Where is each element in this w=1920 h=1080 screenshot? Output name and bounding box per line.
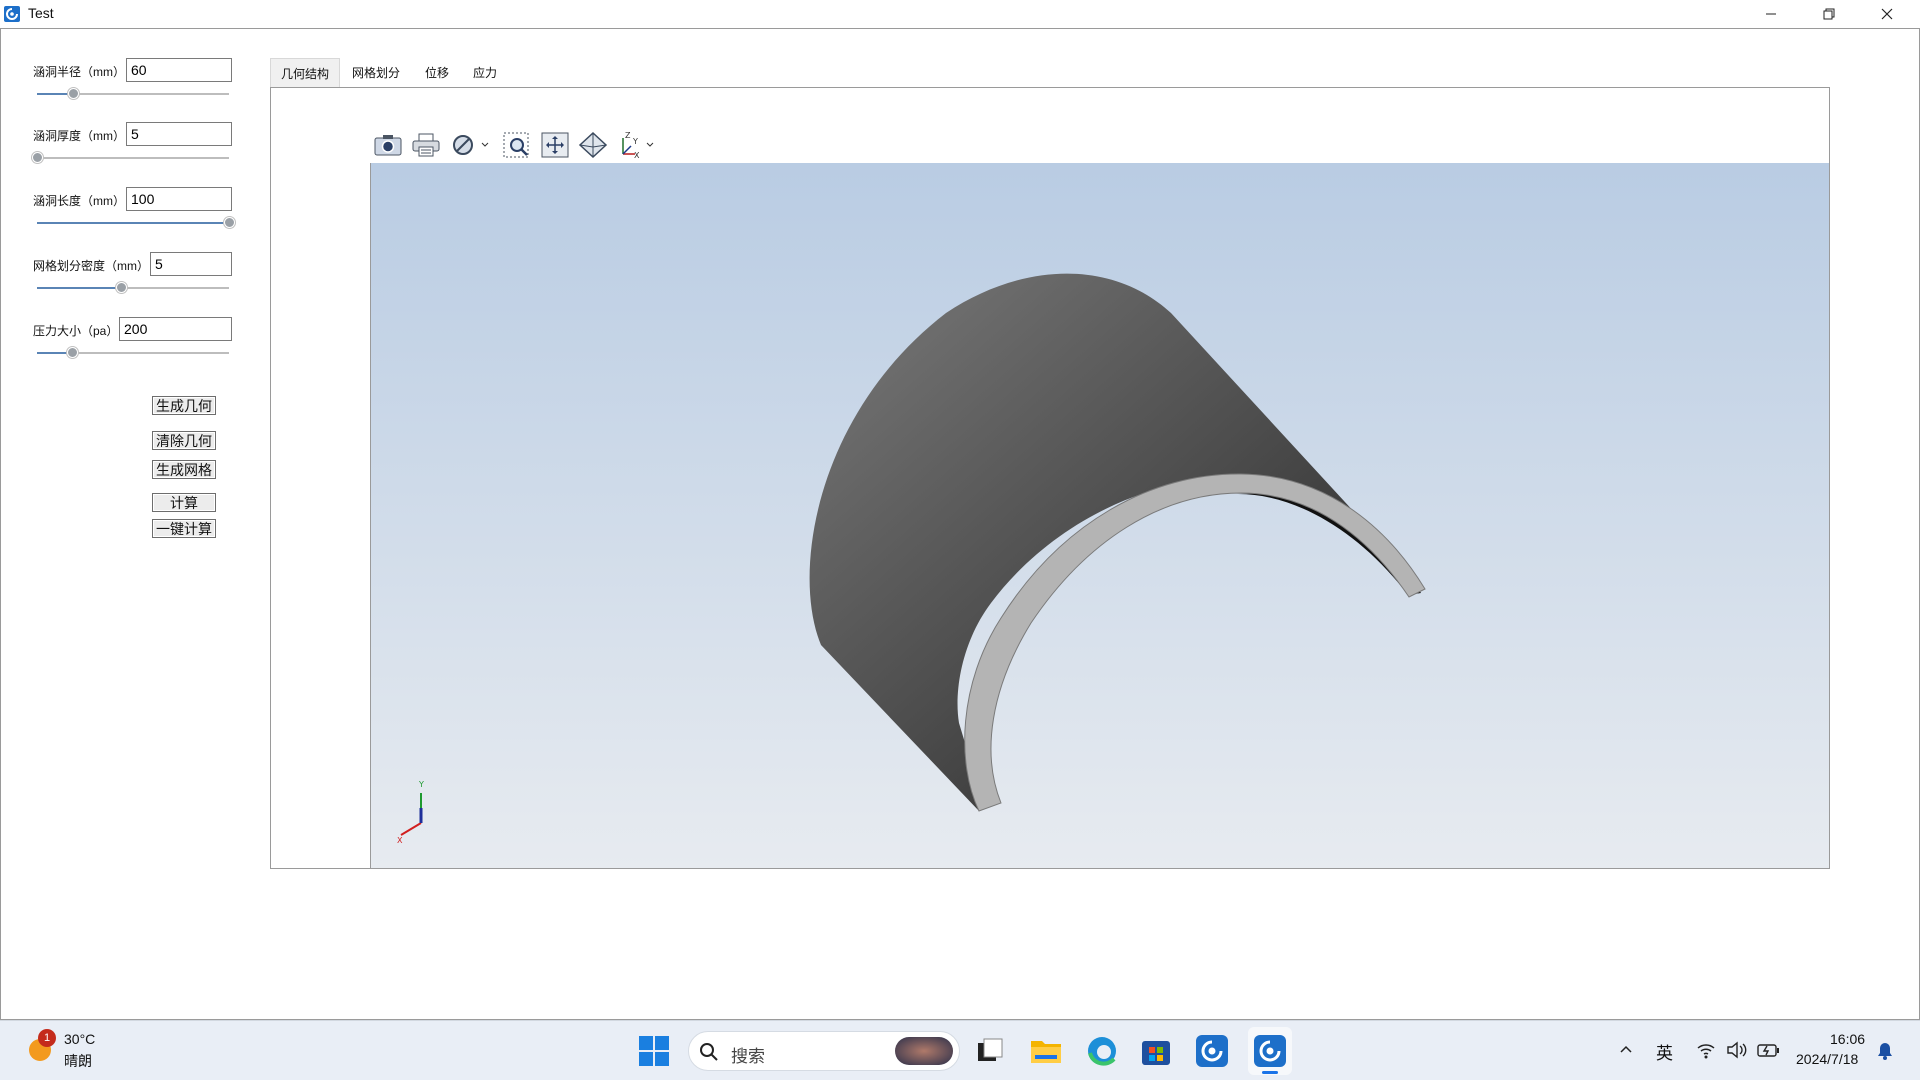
axis-x-label: X bbox=[397, 836, 403, 845]
chevron-up-icon[interactable] bbox=[1618, 1041, 1634, 1057]
pressure-slider[interactable] bbox=[37, 347, 229, 358]
3d-viewport[interactable]: Y X bbox=[370, 163, 1829, 868]
tab-meshing[interactable]: 网格划分 bbox=[344, 58, 408, 87]
one-click-compute-button[interactable]: 一键计算 bbox=[152, 519, 216, 538]
length-input[interactable] bbox=[126, 187, 232, 211]
length-label: 涵洞长度（mm） bbox=[33, 194, 125, 208]
slider-thumb[interactable] bbox=[32, 152, 43, 163]
camera-icon[interactable] bbox=[372, 128, 404, 162]
app-taskbar-icon[interactable] bbox=[1196, 1035, 1228, 1067]
clock-date[interactable]: 2024/7/18 bbox=[1796, 1051, 1858, 1067]
search-icon bbox=[700, 1043, 718, 1061]
restore-button[interactable] bbox=[1800, 0, 1858, 28]
pressure-input[interactable] bbox=[119, 317, 232, 341]
generate-geometry-button[interactable]: 生成几何 bbox=[152, 396, 216, 415]
fit-all-icon[interactable] bbox=[538, 128, 572, 162]
thickness-label: 涵洞厚度（mm） bbox=[33, 129, 125, 143]
volume-icon[interactable] bbox=[1726, 1041, 1748, 1059]
axis-triad: Y X bbox=[397, 780, 424, 845]
mesh-density-label: 网格划分密度（mm） bbox=[33, 259, 149, 273]
tab-geometry[interactable]: 几何结构 bbox=[270, 58, 340, 87]
thickness-slider[interactable] bbox=[32, 152, 229, 163]
svg-text:Y: Y bbox=[632, 137, 638, 146]
radius-label: 涵洞半径（mm） bbox=[33, 65, 125, 79]
battery-icon[interactable] bbox=[1756, 1041, 1780, 1059]
radius-slider[interactable] bbox=[37, 88, 229, 99]
slider-thumb[interactable] bbox=[224, 217, 235, 228]
weather-temp: 30°C bbox=[64, 1031, 96, 1047]
store-icon[interactable] bbox=[1140, 1035, 1172, 1067]
tab-displacement[interactable]: 位移 bbox=[418, 58, 456, 87]
search-highlight-image bbox=[895, 1037, 953, 1065]
print-icon[interactable] bbox=[410, 128, 442, 162]
test-app-icon bbox=[1254, 1035, 1286, 1067]
tab-stress[interactable]: 应力 bbox=[466, 58, 504, 87]
culvert-model: Y X bbox=[397, 273, 1426, 845]
close-button[interactable] bbox=[1858, 0, 1916, 28]
radius-input[interactable] bbox=[126, 58, 232, 82]
length-slider[interactable] bbox=[37, 217, 235, 228]
title-bar: Test bbox=[0, 0, 1920, 28]
minimize-icon bbox=[1766, 13, 1776, 15]
axis-y-label: Y bbox=[418, 780, 424, 789]
clock-time[interactable]: 16:06 bbox=[1830, 1031, 1865, 1047]
axes-icon[interactable]: ZYX bbox=[616, 128, 658, 162]
wifi-icon[interactable] bbox=[1696, 1041, 1716, 1059]
search-box[interactable]: 搜索 bbox=[688, 1031, 960, 1071]
active-indicator bbox=[1262, 1071, 1278, 1074]
pressure-label: 压力大小（pa） bbox=[33, 324, 119, 338]
ime-indicator[interactable]: 英 bbox=[1656, 1039, 1673, 1064]
svg-text:X: X bbox=[634, 151, 640, 160]
mesh-density-slider[interactable] bbox=[37, 282, 229, 293]
close-icon bbox=[1881, 8, 1893, 20]
start-icon[interactable] bbox=[638, 1035, 670, 1067]
edge-icon[interactable] bbox=[1086, 1035, 1118, 1067]
window-title: Test bbox=[28, 5, 54, 21]
weather-badge: 1 bbox=[38, 1029, 56, 1047]
app-icon bbox=[4, 6, 20, 22]
compute-button[interactable]: 计算 bbox=[152, 493, 216, 512]
slider-thumb[interactable] bbox=[66, 347, 78, 358]
clear-geometry-button[interactable]: 清除几何 bbox=[152, 431, 216, 450]
search-placeholder: 搜索 bbox=[731, 1047, 765, 1066]
thickness-input[interactable] bbox=[126, 122, 232, 146]
task-view-icon[interactable] bbox=[976, 1037, 1004, 1065]
taskbar: 1 30°C 晴朗 搜索 英 16:06 2024/7/18 bbox=[0, 1020, 1920, 1080]
minimize-button[interactable] bbox=[1742, 0, 1800, 28]
active-app-taskbar-button[interactable] bbox=[1248, 1027, 1292, 1075]
weather-condition: 晴朗 bbox=[64, 1053, 92, 1069]
generate-mesh-button[interactable]: 生成网格 bbox=[152, 460, 216, 479]
file-explorer-icon[interactable] bbox=[1030, 1037, 1062, 1065]
zoom-box-icon[interactable] bbox=[500, 128, 534, 162]
view-iso-icon[interactable] bbox=[576, 128, 610, 162]
notification-bell-icon[interactable] bbox=[1876, 1041, 1894, 1061]
restore-icon bbox=[1823, 8, 1835, 20]
mesh-density-input[interactable] bbox=[150, 252, 232, 276]
display-mode-icon[interactable] bbox=[450, 128, 492, 162]
svg-text:Z: Z bbox=[625, 131, 631, 140]
